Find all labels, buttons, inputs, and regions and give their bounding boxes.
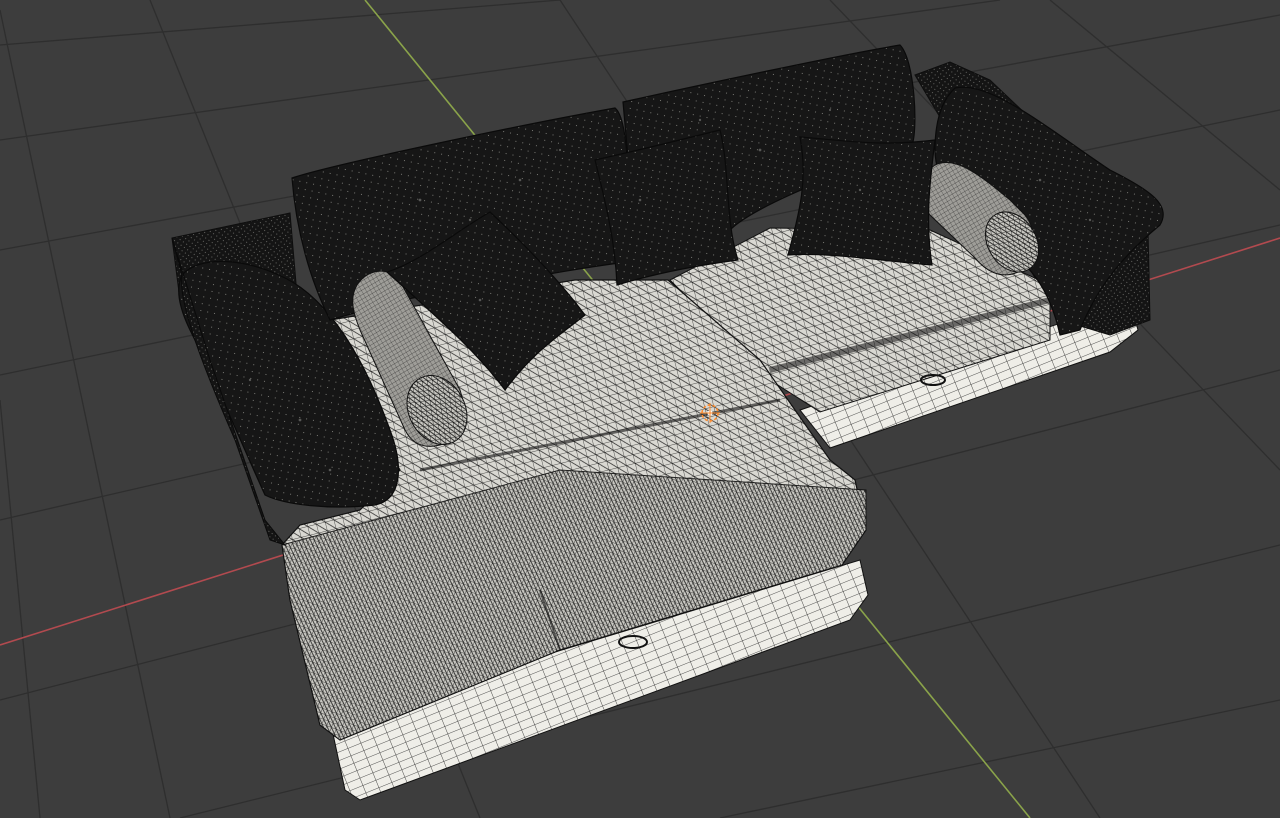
- sofa-mesh[interactable]: [171, 44, 1164, 801]
- 3d-viewport[interactable]: [0, 0, 1280, 818]
- throw-pillow-3: [787, 136, 936, 266]
- viewport-canvas[interactable]: [0, 0, 1280, 818]
